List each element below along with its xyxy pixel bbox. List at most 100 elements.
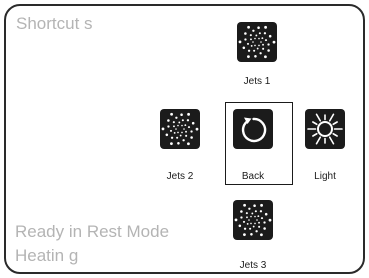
jets-dot [264,25,267,29]
jets-dot [257,215,260,218]
light-label: Light [314,171,336,182]
light-sun-icon [305,109,345,149]
jets-icon [160,109,200,149]
jets-dot [169,129,173,132]
jets-dot [191,121,195,125]
jets-dot [252,225,255,228]
jets-dot [260,203,263,207]
sun-ray [312,132,318,137]
jets-dot [257,26,260,29]
jets-dot [181,124,183,127]
status-line-2: Heatin g [15,246,79,265]
jets-dot [167,125,170,128]
jets-dot [267,49,270,52]
jets-dot [242,220,246,223]
sun-ray [332,132,338,137]
jets-dot [176,136,179,139]
back-label: Back [241,171,265,182]
jets-dot [185,130,187,133]
jets-dot [256,219,258,221]
jets-dot [183,128,185,130]
jets-dot [181,131,183,134]
jets-2-label: Jets 2 [166,171,194,182]
jets-dot [249,227,252,230]
jets-dot [190,130,193,133]
jets-dot [177,131,179,134]
jets-dot [254,210,257,213]
jets-dot [259,210,263,213]
jets-dot [238,224,242,228]
jets-icon [233,200,273,240]
jets-dot [170,136,174,139]
jets-dot [185,134,188,137]
jets-dot [260,41,262,43]
jets-dot [243,227,247,230]
jets-dot [249,34,252,37]
jets-dot [252,41,254,43]
jets-dot [182,139,185,142]
jets-dot [247,55,250,59]
sun-ray [332,121,338,126]
jets-dot [173,125,175,128]
jets-dot [250,44,253,47]
jets-dot [238,40,242,44]
back-arrow-icon [233,109,273,149]
jets-dot [268,34,272,38]
status-line-1: Ready in Rest Mode [15,222,170,241]
jets-dot [243,203,246,207]
jets-dot [267,43,270,46]
jets-icon [237,22,277,62]
jets-dot [258,221,260,224]
sun-ray [328,113,335,122]
jets-dot [254,37,256,40]
jets-dot [177,142,180,145]
jets-dot [247,49,251,52]
jets-dot [243,233,246,237]
sun-ray [312,121,318,126]
jets-dot [260,233,263,237]
jets-dot [251,212,254,215]
jets-dot [254,55,257,58]
sun-ray [328,136,335,145]
jets-dot [186,119,190,122]
jets-dot [187,142,190,146]
jets-dot [170,112,173,116]
jets-dot [240,210,243,213]
jets-dot [178,121,181,124]
jets-dot [259,52,262,55]
jets-dot [258,225,261,228]
jets-dot [167,119,170,122]
jets-dot [258,44,260,47]
jets-dot [187,112,190,116]
jets-dot [195,127,199,131]
jets-dot [247,25,250,29]
jets-dot [255,230,258,233]
jets-dot [175,128,177,130]
jets-dot [254,44,256,47]
jets-dot [263,227,266,230]
jets-dot [248,219,250,221]
jets-dot [254,222,256,225]
jets-dot [253,204,256,207]
jets-dot [264,39,268,42]
jets-dot [250,215,252,218]
jets-dot [250,38,252,41]
jets-dot [242,46,246,50]
jets-dot [250,233,253,236]
jets-dot [244,38,247,41]
jets-dot [258,32,261,35]
jets-dot [165,133,169,137]
jets-dot [184,124,187,127]
sun-ray [315,136,322,145]
jets-dot [272,40,276,44]
jets-dot [179,134,182,137]
jets-dot [262,47,265,50]
jets-dot [264,212,268,216]
jets-dot [244,32,247,35]
jets-dot [253,49,256,52]
jets-dot [250,222,252,225]
jets-dot [173,131,176,134]
jets-3-label: Jets 3 [239,260,267,271]
jets-dot [252,29,255,32]
jets-dot [246,222,249,225]
